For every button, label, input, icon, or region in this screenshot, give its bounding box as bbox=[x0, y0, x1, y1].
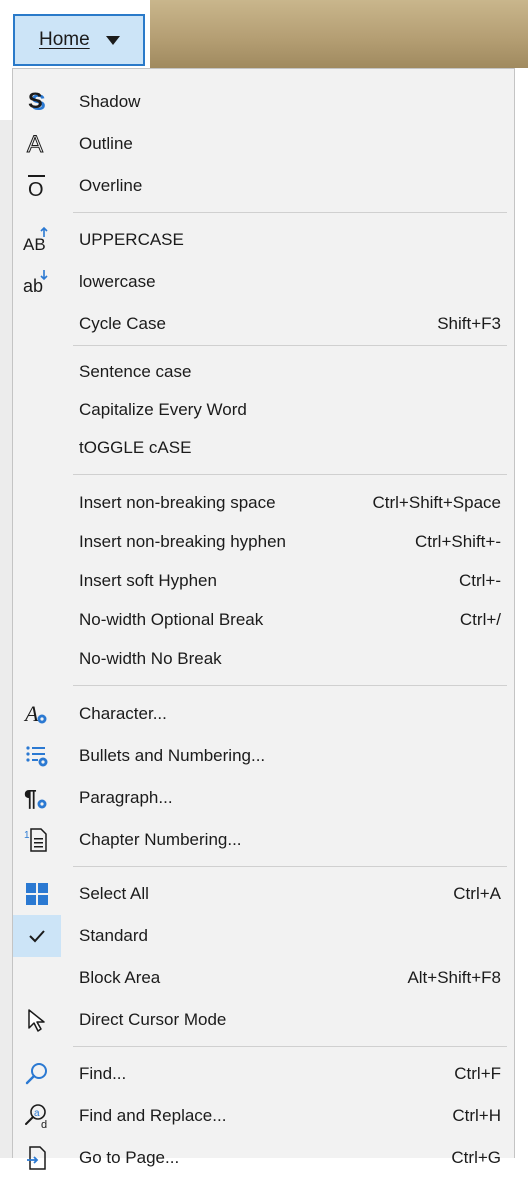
menu-item-no-width-no-break[interactable]: No-width No Break bbox=[13, 638, 514, 680]
menu-item-go-to-page[interactable]: Go to Page... Ctrl+G bbox=[13, 1137, 514, 1179]
menu-item-cycle-case[interactable]: Cycle Case Shift+F3 bbox=[13, 303, 514, 345]
menu-item-insert-soft-hyphen[interactable]: Insert soft Hyphen Ctrl+- bbox=[13, 560, 514, 602]
menu-label: Shadow bbox=[79, 92, 141, 111]
menu-label: Capitalize Every Word bbox=[79, 400, 247, 419]
home-dropdown-button[interactable]: Home bbox=[13, 14, 145, 66]
menu-item-character[interactable]: A Character... bbox=[13, 693, 514, 735]
svg-text:¶: ¶ bbox=[24, 785, 37, 811]
menu-item-bullets-numbering[interactable]: Bullets and Numbering... bbox=[13, 735, 514, 777]
document-margin bbox=[0, 120, 12, 1158]
toolbar: Home bbox=[0, 0, 528, 68]
chevron-down-icon bbox=[105, 35, 120, 45]
home-label: Home bbox=[39, 29, 90, 50]
menu-item-outline[interactable]: A Outline bbox=[13, 123, 514, 165]
menu-item-direct-cursor[interactable]: Direct Cursor Mode bbox=[13, 999, 514, 1041]
lowercase-icon: ab bbox=[13, 261, 61, 303]
find-replace-icon: a d bbox=[13, 1095, 61, 1137]
menu-label: Insert soft Hyphen bbox=[79, 571, 217, 590]
menu-separator bbox=[73, 474, 507, 475]
menu-item-find-replace[interactable]: a d Find and Replace... Ctrl+H bbox=[13, 1095, 514, 1137]
menu-shortcut: Ctrl+G bbox=[451, 1148, 501, 1167]
menu-item-insert-nb-hyphen[interactable]: Insert non-breaking hyphen Ctrl+Shift+- bbox=[13, 521, 514, 563]
menu-item-paragraph[interactable]: ¶ Paragraph... bbox=[13, 777, 514, 819]
menu-item-insert-nbsp[interactable]: Insert non-breaking space Ctrl+Shift+Spa… bbox=[13, 482, 514, 524]
menu-label: No-width Optional Break bbox=[79, 610, 264, 629]
menu-label: UPPERCASE bbox=[79, 230, 184, 249]
menu-label: Overline bbox=[79, 176, 143, 195]
menu-item-block-area[interactable]: Block Area Alt+Shift+F8 bbox=[13, 957, 514, 999]
svg-text:A: A bbox=[23, 701, 39, 726]
menu-label: Standard bbox=[79, 926, 148, 945]
overline-icon: O bbox=[13, 165, 61, 207]
menu-separator bbox=[73, 685, 507, 686]
menu-label: Cycle Case bbox=[79, 314, 166, 333]
svg-text:AB: AB bbox=[23, 235, 46, 254]
direct-cursor-icon bbox=[13, 999, 61, 1041]
menu-separator bbox=[73, 866, 507, 867]
menu-separator bbox=[73, 212, 507, 213]
svg-text:A: A bbox=[27, 131, 43, 158]
checkmark-icon bbox=[13, 915, 61, 957]
find-icon bbox=[13, 1053, 61, 1095]
menu-label: Paragraph... bbox=[79, 788, 173, 807]
menu-label: Bullets and Numbering... bbox=[79, 746, 266, 765]
svg-text:ab: ab bbox=[23, 276, 43, 296]
menu-item-uppercase[interactable]: AB UPPERCASE bbox=[13, 219, 514, 261]
paragraph-icon: ¶ bbox=[13, 777, 61, 819]
menu-label: lowercase bbox=[79, 272, 156, 291]
menu-shortcut: Ctrl+/ bbox=[459, 610, 501, 629]
background-image bbox=[150, 0, 528, 68]
menu-separator bbox=[73, 345, 507, 346]
menu-item-standard[interactable]: Standard bbox=[13, 915, 514, 957]
menu-label: Insert non-breaking space bbox=[79, 493, 276, 512]
menu-item-shadow[interactable]: S S Shadow bbox=[13, 81, 514, 123]
menu-label: tOGGLE cASE bbox=[79, 438, 192, 457]
svg-text:O: O bbox=[28, 179, 44, 200]
menu-item-lowercase[interactable]: ab lowercase bbox=[13, 261, 514, 303]
menu-item-toggle-case[interactable]: tOGGLE cASE bbox=[13, 427, 514, 469]
svg-text:S: S bbox=[28, 88, 43, 113]
format-menu: S S Shadow A Outline O Overline AB UPPER… bbox=[12, 68, 515, 1170]
menu-shortcut: Ctrl+H bbox=[452, 1106, 501, 1125]
menu-label: Chapter Numbering... bbox=[79, 830, 242, 849]
menu-item-chapter-numbering[interactable]: 1 Chapter Numbering... bbox=[13, 819, 514, 861]
menu-shortcut: Ctrl+A bbox=[453, 884, 501, 903]
character-icon: A bbox=[13, 693, 61, 735]
bullets-numbering-icon bbox=[13, 735, 61, 777]
menu-label: Insert non-breaking hyphen bbox=[79, 532, 286, 551]
menu-shortcut: Ctrl+Shift+- bbox=[415, 532, 501, 551]
svg-text:d: d bbox=[41, 1119, 47, 1130]
menu-label: Select All bbox=[79, 884, 149, 903]
uppercase-icon: AB bbox=[13, 219, 61, 261]
chapter-numbering-icon: 1 bbox=[13, 819, 61, 861]
menu-label: Block Area bbox=[79, 968, 161, 987]
menu-label: Character... bbox=[79, 704, 167, 723]
menu-shortcut: Ctrl+Shift+Space bbox=[372, 493, 501, 512]
menu-item-find[interactable]: Find... Ctrl+F bbox=[13, 1053, 514, 1095]
menu-label: Go to Page... bbox=[79, 1148, 180, 1167]
select-all-icon bbox=[13, 873, 61, 915]
menu-label: Sentence case bbox=[79, 362, 192, 381]
menu-shortcut: Shift+F3 bbox=[437, 314, 501, 333]
svg-text:a: a bbox=[34, 1108, 40, 1119]
menu-shortcut: Alt+Shift+F8 bbox=[407, 968, 501, 987]
menu-label: Outline bbox=[79, 134, 133, 153]
menu-item-capitalize-every-word[interactable]: Capitalize Every Word bbox=[13, 389, 514, 431]
outline-icon: A bbox=[13, 123, 61, 165]
menu-label: Find and Replace... bbox=[79, 1106, 227, 1125]
go-to-page-icon bbox=[13, 1137, 61, 1179]
menu-label: Direct Cursor Mode bbox=[79, 1010, 227, 1029]
menu-item-select-all[interactable]: Select All Ctrl+A bbox=[13, 873, 514, 915]
menu-shortcut: Ctrl+F bbox=[454, 1064, 501, 1083]
menu-item-overline[interactable]: O Overline bbox=[13, 165, 514, 207]
menu-label: No-width No Break bbox=[79, 649, 222, 668]
menu-item-sentence-case[interactable]: Sentence case bbox=[13, 351, 514, 393]
menu-label: Find... bbox=[79, 1064, 127, 1083]
menu-shortcut: Ctrl+- bbox=[458, 571, 501, 590]
svg-text:1: 1 bbox=[24, 830, 30, 841]
menu-separator bbox=[73, 1046, 507, 1047]
shadow-icon: S S bbox=[13, 81, 61, 123]
menu-item-no-width-optional-break[interactable]: No-width Optional Break Ctrl+/ bbox=[13, 599, 514, 641]
